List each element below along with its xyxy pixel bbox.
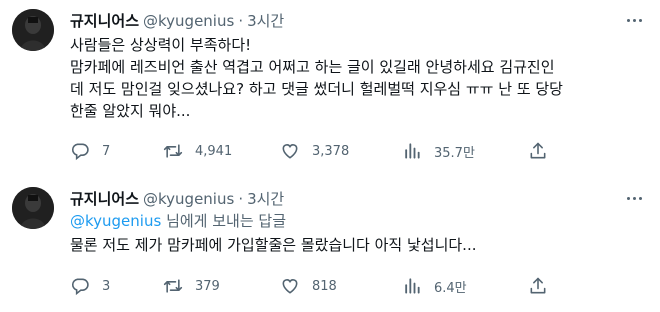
heart-icon xyxy=(282,279,298,294)
separator-dot: · xyxy=(238,12,244,30)
tweet-header: 규지니어스 @kyugenius · 3시간 xyxy=(70,10,284,32)
user-handle[interactable]: @kyugenius xyxy=(143,190,234,208)
views-count: 35.7만 xyxy=(434,145,475,161)
tweet[interactable]: 규지니어스 @kyugenius · 3시간 사람들은 상상력이 부족하다! 맘… xyxy=(0,0,660,178)
retweet-button[interactable]: 4,941 xyxy=(163,140,232,162)
reply-mention-link[interactable]: @kyugenius xyxy=(70,212,161,230)
display-name[interactable]: 규지니어스 xyxy=(70,10,139,31)
more-icon[interactable] xyxy=(622,188,646,208)
heart-icon xyxy=(282,144,298,159)
tweet-text-line: 한줄 알았지 뭐야... xyxy=(70,102,191,120)
tweet-text-line: 사람들은 상상력이 부족하다! xyxy=(70,36,252,54)
views-icon xyxy=(405,143,420,159)
views-icon xyxy=(405,278,420,294)
reply-icon xyxy=(71,143,89,161)
reply-button[interactable]: 3 xyxy=(70,275,110,297)
retweet-icon xyxy=(163,279,183,293)
display-name[interactable]: 규지니어스 xyxy=(70,188,139,209)
reply-suffix: 님에게 보내는 답글 xyxy=(161,212,287,230)
share-icon xyxy=(530,277,546,294)
tweet[interactable]: 규지니어스 @kyugenius · 3시간 @kyugenius 님에게 보내… xyxy=(0,178,660,312)
retweet-button[interactable]: 379 xyxy=(163,275,220,297)
share-icon xyxy=(530,142,546,159)
tweet-header: 규지니어스 @kyugenius · 3시간 xyxy=(70,188,284,210)
reply-icon xyxy=(71,278,89,296)
share-button[interactable] xyxy=(528,275,548,297)
tweet-text-line: 데 저도 맘인걸 잊으셨나요? 하고 댓글 썼더니 헐레벌떡 지우심 ㅠㅠ 난 … xyxy=(70,80,563,98)
tweet-actions: 3 379 818 6.4만 xyxy=(70,275,560,297)
retweet-count: 4,941 xyxy=(195,143,233,159)
like-button[interactable]: 3,378 xyxy=(280,140,349,162)
replying-to: @kyugenius 님에게 보내는 답글 xyxy=(70,210,286,232)
avatar[interactable] xyxy=(12,9,54,51)
like-count: 3,378 xyxy=(312,143,350,159)
views-button[interactable]: 6.4만 xyxy=(402,275,467,297)
separator-dot: · xyxy=(238,190,244,208)
retweet-icon xyxy=(163,144,183,158)
avatar[interactable] xyxy=(12,187,54,229)
share-button[interactable] xyxy=(528,140,548,162)
like-button[interactable]: 818 xyxy=(280,275,337,297)
user-handle[interactable]: @kyugenius xyxy=(143,12,234,30)
retweet-count: 379 xyxy=(195,278,220,294)
more-icon[interactable] xyxy=(622,10,646,30)
tweet-text-line: 물론 저도 제가 맘카페에 가입할줄은 몰랐습니다 아직 낯섭니다... xyxy=(70,236,477,254)
views-button[interactable]: 35.7만 xyxy=(402,140,475,162)
reply-button[interactable]: 7 xyxy=(70,140,110,162)
reply-count: 3 xyxy=(102,278,111,294)
timestamp[interactable]: 3시간 xyxy=(247,10,284,31)
tweet-text-line: 맘카페에 레즈비언 출산 역겹고 어쩌고 하는 글이 있길래 안녕하세요 김규진… xyxy=(70,58,555,76)
views-count: 6.4만 xyxy=(434,280,467,296)
like-count: 818 xyxy=(312,278,337,294)
tweet-actions: 7 4,941 3,378 35.7만 xyxy=(70,140,560,162)
reply-count: 7 xyxy=(102,143,111,159)
timestamp[interactable]: 3시간 xyxy=(247,188,284,209)
